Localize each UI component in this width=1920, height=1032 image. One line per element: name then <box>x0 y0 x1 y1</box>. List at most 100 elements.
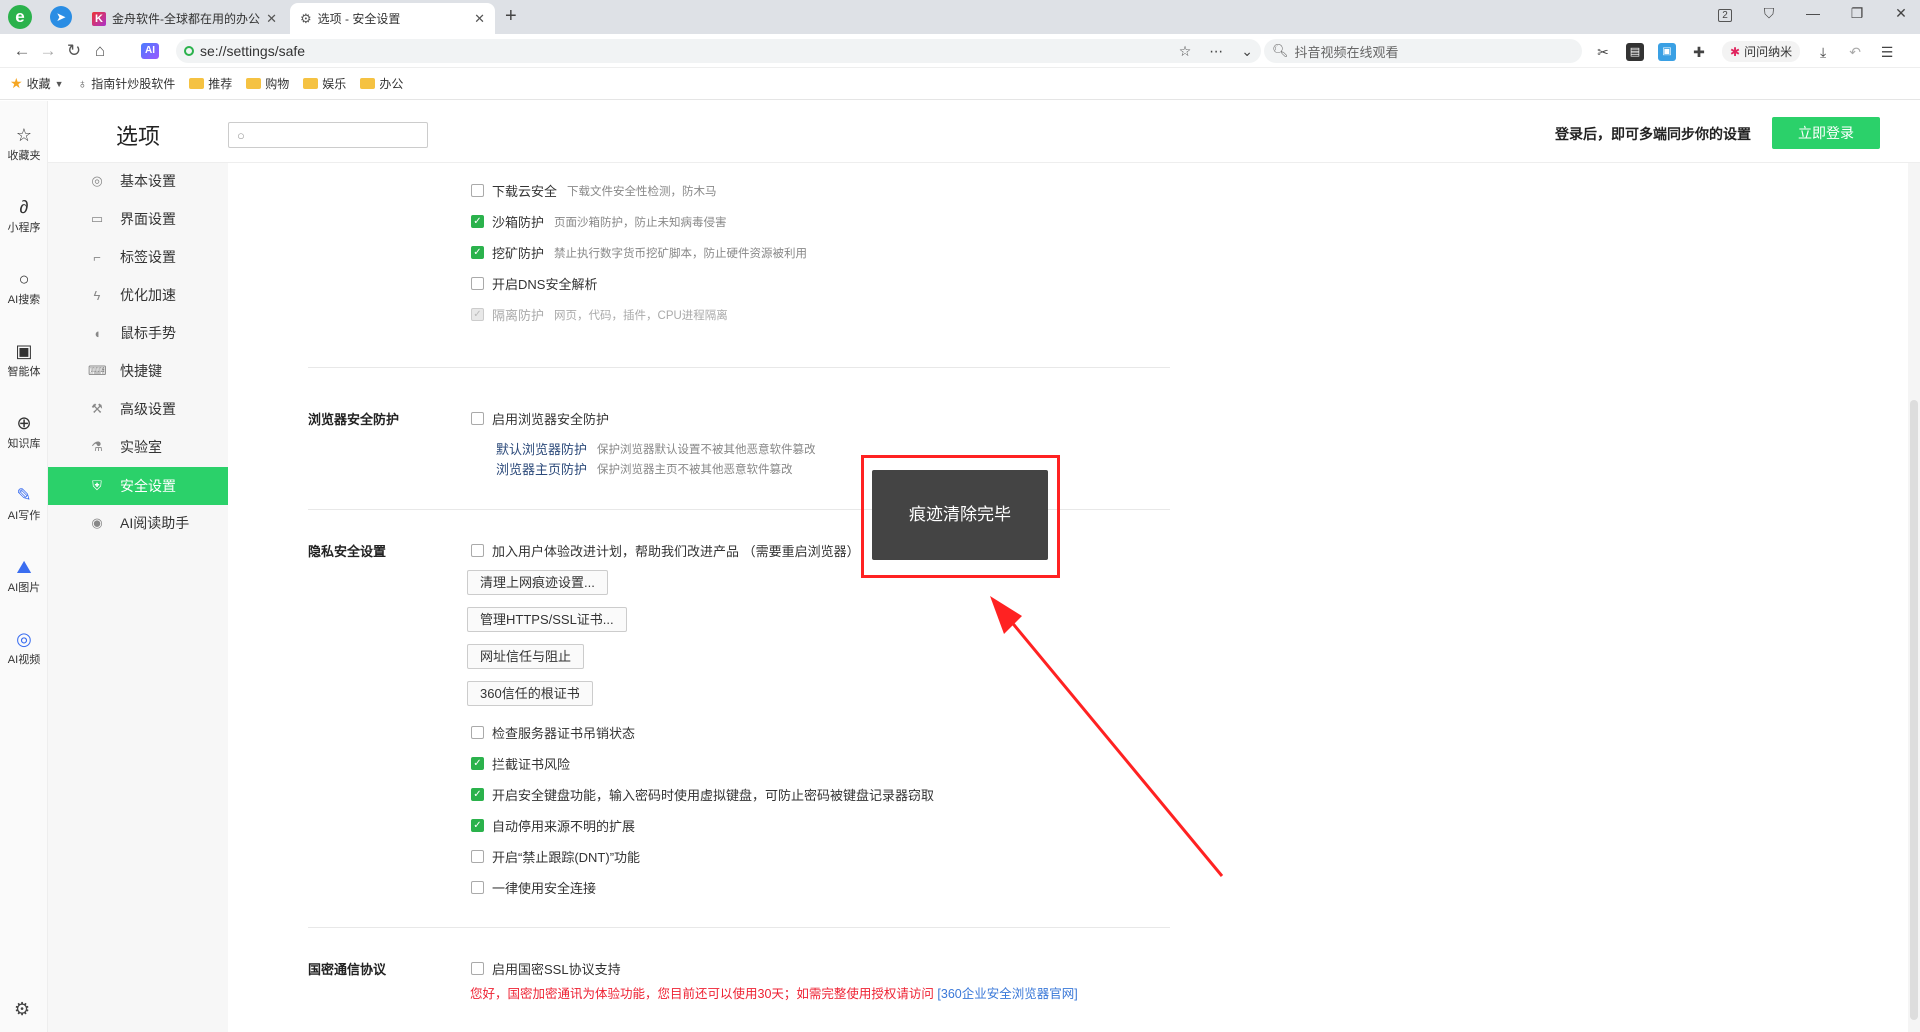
gear-icon: ◎ <box>91 173 103 188</box>
shirt-skin-icon[interactable]: ⛉ <box>1760 5 1778 22</box>
sidebar-item-ai-image[interactable]: ⛰ AI图片 <box>0 555 48 595</box>
nav-item-mouse-gesture[interactable]: ◖ 鼠标手势 <box>48 315 228 351</box>
nav-item-tabs[interactable]: ⌐ 标签设置 <box>48 239 228 275</box>
checkbox[interactable] <box>471 277 484 290</box>
sidebar-item-favorites[interactable]: ☆ 收藏夹 <box>0 123 48 163</box>
bookmark-folder-gouwu[interactable]: 购物 <box>246 75 289 92</box>
reader-icon[interactable]: ▤ <box>1626 42 1644 61</box>
nav-item-security[interactable]: ⛨ 安全设置 <box>48 467 228 505</box>
checkbox[interactable] <box>471 184 484 197</box>
tab-count-badge[interactable]: 2 <box>1716 5 1734 22</box>
option-mining-protect[interactable]: ✓ 挖矿防护 禁止执行数字货币挖矿脚本，防止硬件资源被利用 <box>471 243 807 262</box>
login-button[interactable]: 立即登录 <box>1772 117 1880 149</box>
option-cert-risk[interactable]: ✓ 拦截证书风险 <box>471 754 570 773</box>
search-input[interactable]: 🔍︎ 抖音视频在线观看 <box>1264 39 1582 63</box>
undo-icon[interactable]: ↶ <box>1846 43 1864 61</box>
back-icon[interactable]: ← <box>12 41 32 61</box>
option-secure-keyboard[interactable]: ✓ 开启安全键盘功能，输入密码时使用虚拟键盘，可防止密码被键盘记录器窃取 <box>471 785 934 804</box>
search-placeholder: 抖音视频在线观看 <box>1294 44 1399 60</box>
nav-item-advanced[interactable]: ⚒ 高级设置 <box>48 391 228 427</box>
forward-icon[interactable]: → <box>38 41 58 61</box>
sub-default-browser: 默认浏览器防护 保护浏览器默认设置不被其他恶意软件篡改 <box>496 442 816 457</box>
option-always-https[interactable]: 一律使用安全连接 <box>471 878 596 897</box>
checkbox[interactable] <box>471 850 484 863</box>
official-site-link[interactable]: [360企业安全浏览器官网] <box>937 987 1077 1001</box>
option-ux-program[interactable]: 加入用户体验改进计划，帮助我们改进产品 （需要重启浏览器） <box>471 541 860 560</box>
tab-settings[interactable]: ⚙ 选项 - 安全设置 ✕ <box>290 3 495 34</box>
folder-icon <box>189 78 205 89</box>
browser-logo-icon[interactable]: e <box>8 5 32 29</box>
more-dots-icon[interactable]: ⋯ <box>1209 43 1223 60</box>
close-icon[interactable]: ✕ <box>474 11 485 27</box>
chevron-down-icon[interactable]: ⌄ <box>1241 43 1253 60</box>
nav-item-optimize[interactable]: ϟ 优化加速 <box>48 277 228 313</box>
window-controls: 2 ⛉ — ❐ ✕ <box>1716 5 1910 22</box>
settings-search-field[interactable] <box>250 127 427 143</box>
option-download-cloud[interactable]: 下载云安全 下载文件安全性检测，防木马 <box>471 181 717 200</box>
sidebar-item-knowledge[interactable]: ⊕ 知识库 <box>0 411 48 451</box>
refresh-icon[interactable]: ↻ <box>64 41 84 61</box>
tab-jinzhou[interactable]: K 金舟软件-全球都在用的办公 ✕ <box>82 3 287 34</box>
option-dns-secure[interactable]: 开启DNS安全解析 <box>471 274 597 293</box>
option-browser-protect[interactable]: 启用浏览器安全防护 <box>471 409 609 428</box>
pinned-tab-telegram-icon[interactable]: ➤ <box>50 6 72 28</box>
bookmark-folder-bangong[interactable]: 办公 <box>360 75 403 92</box>
bookmark-folder-yule[interactable]: 娱乐 <box>303 75 346 92</box>
extension-puzzle-icon[interactable]: ✚ <box>1690 43 1708 61</box>
close-window-icon[interactable]: ✕ <box>1892 5 1910 22</box>
checkbox-checked[interactable]: ✓ <box>471 215 484 228</box>
url-text[interactable]: se://settings/safe <box>200 43 1179 59</box>
menu-icon[interactable]: ☰ <box>1878 43 1896 61</box>
mountain-icon: ⛰ <box>16 557 32 577</box>
sidebar-item-ai-video[interactable]: ◎ AI视频 <box>0 627 48 667</box>
home-icon[interactable]: ⌂ <box>90 41 110 61</box>
gear-icon[interactable]: ⚙ <box>14 999 30 1020</box>
address-bar[interactable]: se://settings/safe ☆ ⋯ ⌄ <box>176 39 1261 63</box>
option-dnt[interactable]: 开启“禁止跟踪(DNT)”功能 <box>471 847 640 866</box>
option-sandbox[interactable]: ✓ 沙箱防护 页面沙箱防护，防止未知病毒侵害 <box>471 212 727 231</box>
option-guomi-ssl[interactable]: 启用国密SSL协议支持 <box>471 959 621 978</box>
sidebar-item-ai-search[interactable]: ○ AI搜索 <box>0 267 48 307</box>
option-disable-unknown-ext[interactable]: ✓ 自动停用来源不明的扩展 <box>471 816 635 835</box>
checkbox-checked[interactable]: ✓ <box>471 246 484 259</box>
checkbox-checked[interactable]: ✓ <box>471 788 484 801</box>
manage-certs-button[interactable]: 管理HTTPS/SSL证书... <box>467 607 627 632</box>
sidebar-item-miniprogram[interactable]: ∂ 小程序 <box>0 195 48 235</box>
checkbox-checked[interactable]: ✓ <box>471 819 484 832</box>
checkbox[interactable] <box>471 544 484 557</box>
bookmark-folder-tuijian[interactable]: 推荐 <box>189 75 232 92</box>
checkbox[interactable] <box>471 881 484 894</box>
nav-item-basic[interactable]: ◎ 基本设置 <box>48 163 228 199</box>
restore-icon[interactable]: ❐ <box>1848 5 1866 22</box>
root-certs-button[interactable]: 360信任的根证书 <box>467 681 593 706</box>
option-cert-revocation[interactable]: 检查服务器证书吊销状态 <box>471 723 635 742</box>
checkbox-checked[interactable]: ✓ <box>471 757 484 770</box>
scrollbar-thumb[interactable] <box>1910 400 1918 1020</box>
url-trust-button[interactable]: 网址信任与阻止 <box>467 644 585 669</box>
bookmark-zhinanzhen[interactable]: ♁ 指南针炒股软件 <box>78 75 176 92</box>
clear-traces-button[interactable]: 清理上网痕迹设置... <box>467 570 608 595</box>
wenwen-nami-button[interactable]: ✱ 问问纳米 <box>1722 41 1801 62</box>
bookmark-star-icon[interactable]: ☆ <box>1179 43 1192 60</box>
sidebar-item-ai-writing[interactable]: ✎ AI写作 <box>0 483 48 523</box>
nav-item-ai-reader[interactable]: ◉ AI阅读助手 <box>48 505 228 541</box>
scissors-icon[interactable]: ✂ <box>1594 43 1612 61</box>
ai-assistant-icon[interactable]: AI <box>141 43 159 59</box>
tab-title: 选项 - 安全设置 <box>317 12 401 26</box>
checkbox[interactable] <box>471 726 484 739</box>
nav-item-lab[interactable]: ⚗ 实验室 <box>48 429 228 465</box>
settings-nav: ◎ 基本设置 ▭ 界面设置 ⌐ 标签设置 ϟ 优化加速 ◖ 鼠标手势 ⌨ 快捷键… <box>48 163 228 1032</box>
page-title: 选项 <box>116 124 161 149</box>
sidebar-item-agent[interactable]: ▣ 智能体 <box>0 339 48 379</box>
new-tab-button[interactable]: + <box>505 5 517 28</box>
image-tool-icon[interactable]: ▣ <box>1658 42 1676 61</box>
checkbox[interactable] <box>471 962 484 975</box>
download-icon[interactable]: ⤓ <box>1814 43 1832 61</box>
close-icon[interactable]: ✕ <box>266 11 277 27</box>
checkbox[interactable] <box>471 412 484 425</box>
bookmark-favorites[interactable]: ★ 收藏 ▼ <box>10 75 64 92</box>
nav-item-shortcuts[interactable]: ⌨ 快捷键 <box>48 353 228 389</box>
minimize-icon[interactable]: — <box>1804 5 1822 22</box>
nav-item-interface[interactable]: ▭ 界面设置 <box>48 201 228 237</box>
settings-search-input[interactable]: ○ <box>228 122 428 148</box>
